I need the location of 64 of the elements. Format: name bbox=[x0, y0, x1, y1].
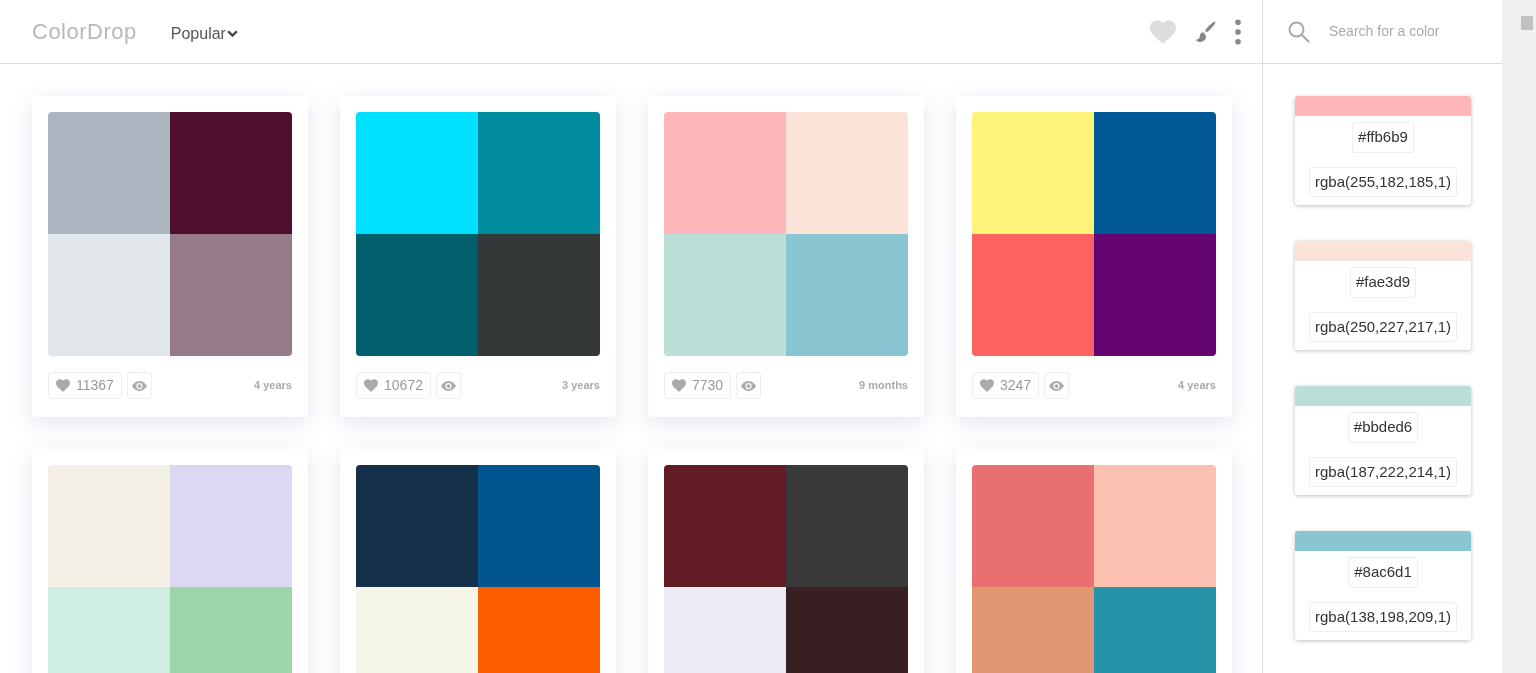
color-swatch[interactable] bbox=[786, 234, 908, 356]
rgba-code[interactable]: rgba(250,227,217,1) bbox=[1309, 311, 1457, 342]
color-swatch[interactable] bbox=[1094, 234, 1216, 356]
heart-icon bbox=[672, 379, 686, 392]
eye-icon bbox=[741, 380, 757, 391]
hex-code[interactable]: #ffb6b9 bbox=[1352, 122, 1414, 153]
heart-icon bbox=[1150, 19, 1176, 44]
palette-age: 4 years bbox=[254, 378, 292, 394]
caret-icon bbox=[226, 29, 238, 38]
more-icon bbox=[1234, 18, 1242, 45]
color-swatch[interactable] bbox=[664, 465, 786, 587]
hex-code[interactable]: #fae3d9 bbox=[1349, 267, 1417, 298]
color-swatch[interactable] bbox=[972, 112, 1094, 234]
color-swatch[interactable] bbox=[170, 112, 292, 234]
palette-age: 9 months bbox=[859, 378, 908, 394]
favorites-button[interactable] bbox=[1150, 19, 1176, 44]
color-swatch[interactable] bbox=[478, 587, 600, 673]
rgba-code[interactable]: rgba(255,182,185,1) bbox=[1309, 166, 1457, 197]
heart-icon bbox=[980, 379, 994, 392]
view-button[interactable] bbox=[126, 372, 152, 399]
hex-code[interactable]: #bbded6 bbox=[1347, 412, 1419, 443]
color-swatch[interactable] bbox=[170, 234, 292, 356]
color-swatch[interactable] bbox=[356, 112, 478, 234]
color-swatch[interactable] bbox=[356, 465, 478, 587]
color-swatch[interactable] bbox=[1094, 465, 1216, 587]
color-swatch[interactable] bbox=[664, 112, 786, 234]
color-swatch[interactable] bbox=[786, 587, 908, 673]
sort-dropdown[interactable]: Popular bbox=[170, 21, 238, 46]
color-swatch[interactable] bbox=[170, 465, 292, 587]
color-swatch[interactable] bbox=[478, 234, 600, 356]
heart-icon bbox=[56, 379, 70, 392]
color-swatch[interactable] bbox=[664, 234, 786, 356]
color-swatch[interactable] bbox=[1094, 112, 1216, 234]
color-swatch[interactable] bbox=[356, 587, 478, 673]
hex-code[interactable]: #8ac6d1 bbox=[1348, 557, 1418, 588]
view-button[interactable] bbox=[435, 372, 461, 399]
color-swatch[interactable] bbox=[48, 587, 170, 673]
eye-icon bbox=[131, 380, 147, 391]
color-swatch[interactable] bbox=[48, 234, 170, 356]
palette-age: 3 years bbox=[562, 378, 600, 394]
color-swatch[interactable] bbox=[972, 234, 1094, 356]
color-swatch[interactable] bbox=[664, 587, 786, 673]
color-swatch[interactable] bbox=[1094, 587, 1216, 673]
rgba-code[interactable]: rgba(187,222,214,1) bbox=[1309, 456, 1457, 487]
view-button[interactable] bbox=[736, 372, 762, 399]
palette-age: 4 years bbox=[1178, 378, 1216, 394]
color-swatch[interactable] bbox=[478, 465, 600, 587]
color-swatch[interactable] bbox=[48, 112, 170, 234]
view-button[interactable] bbox=[1044, 372, 1070, 399]
color-swatch[interactable] bbox=[170, 587, 292, 673]
color-swatch[interactable] bbox=[786, 112, 908, 234]
color-swatch[interactable] bbox=[48, 465, 170, 587]
color-swatch[interactable] bbox=[356, 234, 478, 356]
eye-icon bbox=[440, 380, 456, 391]
heart-icon bbox=[364, 379, 378, 392]
eye-icon bbox=[1049, 380, 1065, 391]
scrollbar-thumb[interactable] bbox=[1521, 16, 1533, 30]
color-swatch[interactable] bbox=[786, 465, 908, 587]
rgba-code[interactable]: rgba(138,198,209,1) bbox=[1309, 601, 1457, 632]
color-swatch[interactable] bbox=[972, 587, 1094, 673]
color-swatch[interactable] bbox=[972, 465, 1094, 587]
search-icon bbox=[1287, 19, 1311, 44]
more-button[interactable] bbox=[1234, 18, 1242, 45]
color-swatch[interactable] bbox=[478, 112, 600, 234]
